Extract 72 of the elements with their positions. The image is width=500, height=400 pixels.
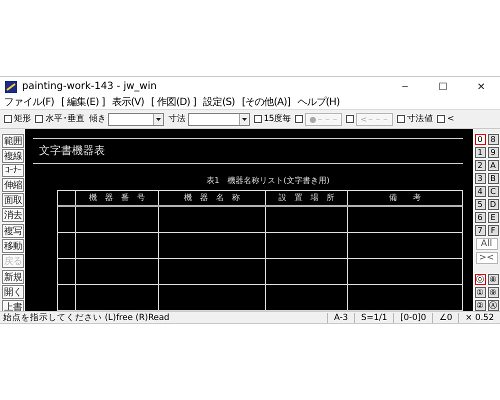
dropdown[interactable]	[188, 112, 250, 126]
menu-item[interactable]: [ 作図(D) ]	[151, 96, 196, 109]
app-icon	[5, 80, 17, 92]
menu-item[interactable]: [ 編集(E) ]	[61, 96, 105, 109]
checkbox[interactable]	[254, 115, 262, 123]
layer-group-button[interactable]: ⑨	[488, 287, 498, 298]
column-header: 設 置 場 所	[265, 191, 347, 205]
layer-button[interactable]: 2	[474, 160, 486, 171]
layer-group-button[interactable]: ①	[474, 287, 486, 298]
menu-item[interactable]: ヘルプ(H)	[297, 96, 340, 109]
column-header: 機 器 名 称	[158, 191, 265, 205]
layer-button[interactable]: 9	[488, 147, 498, 158]
field-label: 傾き	[88, 113, 106, 125]
drawing-title: 文字書機器表	[38, 142, 106, 158]
checkbox[interactable]	[346, 115, 354, 123]
tool-button[interactable]: ｺｰﾅｰ	[2, 164, 24, 177]
checkbox[interactable]	[35, 115, 44, 123]
column-header: 備 考	[347, 191, 462, 205]
layer-button[interactable]: D	[488, 199, 498, 210]
status-field: × 0.52	[458, 312, 500, 322]
checkbox[interactable]	[437, 115, 446, 123]
checkbox-label: 15度毎	[264, 113, 292, 125]
checkbox[interactable]	[397, 115, 406, 123]
layer-group-button[interactable]: ②	[474, 300, 486, 311]
field-label: 寸法	[168, 113, 186, 125]
checkbox[interactable]	[295, 115, 304, 123]
invert-layers-button[interactable]: ><	[476, 252, 498, 264]
status-message: 始点を指示してください (L)free (R)Read	[2, 312, 170, 324]
layer-button[interactable]: 8	[488, 134, 498, 145]
layer-button[interactable]: C	[488, 186, 498, 197]
menu-item[interactable]: ファイル(F)	[4, 96, 54, 109]
tool-button[interactable]: 移動	[2, 239, 24, 253]
layer-group-button[interactable]: Ⓐ	[488, 300, 498, 311]
layer-button[interactable]: 1	[474, 147, 486, 158]
tool-button[interactable]: 複写	[2, 224, 24, 238]
tool-button[interactable]: 複線	[2, 149, 24, 163]
layer-button[interactable]: 7	[474, 225, 486, 236]
status-field: [0-0]0	[393, 312, 432, 322]
layer-button[interactable]: 4	[474, 186, 486, 197]
layer-group-button[interactable]: ⓪	[474, 274, 486, 285]
table-caption: 表1 機器名称リスト(文字書き用)	[205, 175, 331, 186]
layer-button[interactable]: 5	[474, 199, 486, 210]
tool-button[interactable]: 新規	[2, 270, 24, 284]
layer-button[interactable]: 6	[474, 212, 486, 223]
tool-button[interactable]: 範囲	[2, 134, 24, 148]
dropdown[interactable]	[108, 112, 164, 126]
status-field: S=1/1	[354, 312, 394, 322]
layer-button[interactable]: E	[488, 212, 498, 223]
checkbox[interactable]	[4, 115, 12, 123]
layer-group-button[interactable]: ⑧	[488, 274, 498, 285]
tool-button[interactable]: 消去	[2, 208, 24, 222]
checkbox-label: 矩形	[14, 113, 32, 125]
layer-button[interactable]: 0	[474, 134, 486, 145]
menu-item[interactable]: 表示(V)	[112, 96, 144, 109]
menu-item[interactable]: 設定(S)	[203, 96, 235, 109]
layer-button[interactable]: A	[488, 160, 498, 171]
checkbox-label: 水平･垂直	[45, 113, 85, 125]
layer-button[interactable]: B	[488, 173, 498, 184]
tool-button[interactable]: 面取	[2, 193, 24, 207]
status-field: A-3	[326, 312, 354, 322]
window-title: painting-work-143 - jw_win	[22, 81, 157, 92]
column-header: 機 器 番 号	[75, 191, 158, 205]
all-layers-button[interactable]: All	[476, 238, 498, 250]
checkbox-label: 寸法値	[407, 113, 434, 125]
tool-button[interactable]: 開く	[2, 285, 24, 299]
tool-button[interactable]: 上書	[2, 300, 24, 311]
layer-button[interactable]: F	[488, 225, 498, 236]
checkbox-label: <	[447, 114, 454, 124]
layer-button[interactable]: 3	[474, 173, 486, 184]
menu-item[interactable]: [その他(A)]	[242, 96, 290, 109]
tool-button[interactable]: 伸縮	[2, 178, 24, 192]
status-field: ∠0	[432, 312, 458, 322]
